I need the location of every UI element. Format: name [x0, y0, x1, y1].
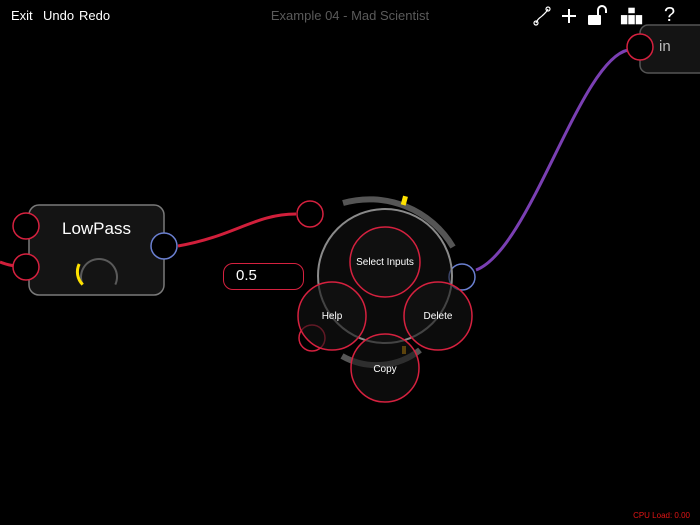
lowpass-input-port-2[interactable]: [12, 253, 40, 281]
lowpass-output-port[interactable]: [150, 232, 178, 260]
cable-lowpass-out: [177, 212, 297, 248]
value-input-port[interactable]: [296, 200, 324, 228]
cable-to-in: [475, 48, 629, 272]
in-node-port[interactable]: [626, 33, 654, 61]
patch-canvas: [0, 24, 700, 403]
delete-button[interactable]: [403, 281, 473, 351]
cpu-load-status: CPU Load: 0.00: [633, 511, 690, 520]
lowpass-node[interactable]: [28, 204, 165, 296]
copy-button[interactable]: [350, 333, 420, 403]
lowpass-input-port-1[interactable]: [12, 212, 40, 240]
help-menu-button[interactable]: [297, 281, 367, 351]
select-inputs-button[interactable]: [349, 226, 421, 298]
value-field[interactable]: 0.5: [223, 263, 304, 290]
